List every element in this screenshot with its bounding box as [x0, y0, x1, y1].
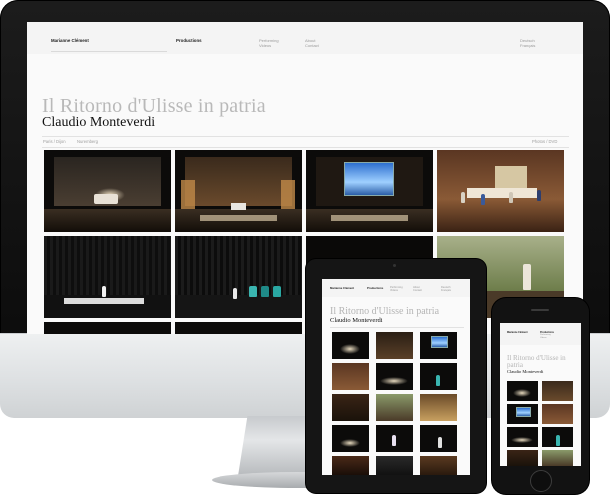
filter-bar: Paris / Dijon Nuremberg Photos / DVD — [42, 136, 569, 148]
gallery-photo[interactable] — [175, 150, 302, 232]
ipad-camera — [393, 264, 396, 267]
lang-francais-link[interactable]: Français — [520, 43, 535, 48]
tablet-gallery-photo[interactable] — [420, 394, 457, 421]
phone-nav-name[interactable]: Marianne Clément — [507, 331, 528, 334]
tablet-gallery-photo[interactable] — [332, 425, 369, 452]
tablet-nav-name[interactable]: Marianne Clément — [330, 286, 354, 290]
nav-productions-link[interactable]: Productions — [176, 38, 202, 43]
tablet-gallery-photo[interactable] — [376, 332, 413, 359]
tablet-gallery-photo[interactable] — [420, 363, 457, 390]
phone-gallery-photo[interactable] — [542, 404, 573, 424]
phone-page-title: Il Ritorno d'Ulisse in patria — [507, 354, 566, 369]
gallery-photo[interactable] — [175, 236, 302, 318]
tablet-filter-rule — [330, 327, 464, 328]
phone-gallery-photo[interactable] — [507, 404, 538, 424]
phone-nav-videos[interactable]: Videos — [540, 337, 547, 339]
tablet-website: Marianne Clément Productions Performing … — [322, 279, 470, 475]
header-divider — [51, 51, 167, 52]
gallery-photo[interactable] — [175, 322, 302, 334]
iphone-speaker — [531, 309, 549, 311]
gallery-photo[interactable] — [44, 236, 171, 318]
gallery-photo[interactable] — [44, 150, 171, 232]
tablet-gallery-photo[interactable] — [376, 394, 413, 421]
phone-nav-performing[interactable]: Performing — [540, 334, 551, 336]
filter-photos-dvd[interactable]: Photos / DVD — [532, 139, 557, 144]
tablet-nav-productions[interactable]: Productions — [367, 286, 383, 290]
gallery-photo[interactable] — [44, 322, 171, 334]
phone-gallery-photo[interactable] — [542, 450, 573, 466]
tablet-page-title: Il Ritorno d'Ulisse in patria — [330, 306, 440, 317]
tablet-gallery-photo[interactable] — [332, 394, 369, 421]
phone-website: Marianne Clément Productions Performing … — [500, 323, 581, 466]
iphone-home-button[interactable] — [530, 470, 552, 492]
tablet-nav-contact[interactable]: Contact — [413, 289, 422, 292]
tablet-nav-videos[interactable]: Videos — [390, 289, 398, 292]
tablet-gallery-photo[interactable] — [420, 456, 457, 475]
page-subtitle: Claudio Monteverdi — [42, 115, 156, 130]
filter-nuremberg[interactable]: Nuremberg — [77, 139, 98, 144]
nav-name-link[interactable]: Marianne Clément — [51, 38, 89, 43]
gallery-photo[interactable] — [306, 150, 433, 232]
tablet-page-subtitle: Claudio Monteverdi — [330, 317, 383, 324]
phone-page-subtitle: Claudio Monteverdi — [507, 369, 544, 374]
tablet-gallery-photo[interactable] — [376, 425, 413, 452]
tablet-gallery-photo[interactable] — [420, 425, 457, 452]
tablet-gallery-photo[interactable] — [332, 332, 369, 359]
tablet-gallery-photo[interactable] — [420, 332, 457, 359]
tablet-lang-francais[interactable]: Français — [441, 289, 451, 292]
gallery-photo[interactable] — [437, 150, 564, 232]
phone-gallery-photo[interactable] — [507, 381, 538, 401]
phone-gallery-photo[interactable] — [542, 427, 573, 447]
phone-gallery-photo[interactable] — [507, 450, 538, 466]
tablet-gallery-photo[interactable] — [332, 456, 369, 475]
tablet-gallery-photo[interactable] — [376, 363, 413, 390]
tablet-gallery-photo[interactable] — [376, 456, 413, 475]
nav-videos-link[interactable]: Videos — [259, 43, 271, 48]
tablet-gallery-photo[interactable] — [332, 363, 369, 390]
desktop-website: Marianne Clément Productions Performing … — [27, 22, 583, 334]
phone-gallery-photo[interactable] — [542, 381, 573, 401]
filter-paris-dijon[interactable]: Paris / Dijon — [43, 139, 66, 144]
phone-gallery-photo[interactable] — [507, 427, 538, 447]
nav-contact-link[interactable]: Contact — [305, 43, 319, 48]
